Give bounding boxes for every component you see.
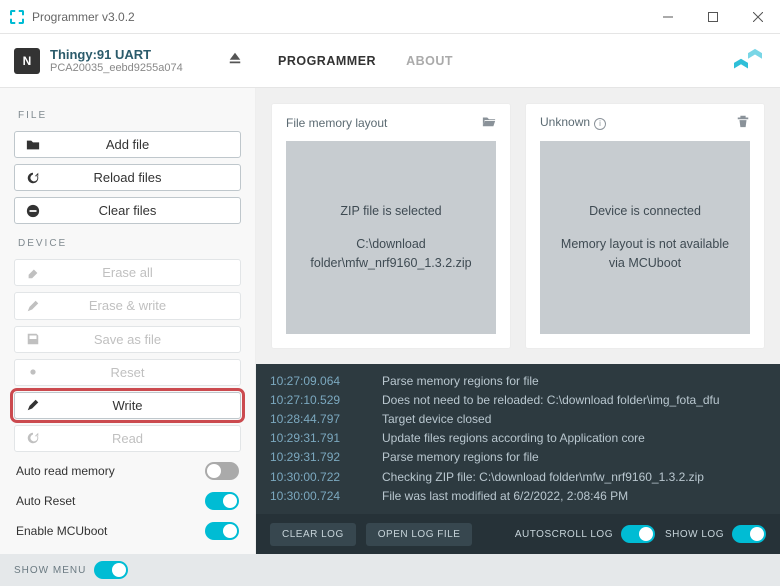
clear-files-button[interactable]: Clear files: [14, 197, 241, 224]
log-timestamp: 10:28:44.797: [270, 410, 360, 429]
log-message: Parse memory regions for file: [382, 448, 539, 467]
log-message: File was last modified at 6/2/2022, 2:08…: [382, 487, 628, 506]
enable-mcuboot-label: Enable MCUboot: [16, 524, 107, 538]
unknown-panel-title: Unknown: [540, 115, 590, 129]
erase-all-button: Erase all: [14, 259, 241, 286]
app-icon: [10, 10, 24, 24]
log-row: 10:27:10.529 Does not need to be reloaded…: [270, 391, 766, 410]
log-row: 10:30:00.724 File was last modified at 6/…: [270, 487, 766, 506]
chip-icon: [14, 48, 40, 74]
show-log-label: SHOW LOG: [665, 529, 724, 540]
erase-write-button: Erase & write: [14, 292, 241, 319]
auto-reset-toggle[interactable]: [205, 492, 239, 510]
autoscroll-log-label: AUTOSCROLL LOG: [515, 529, 613, 540]
reload-files-button[interactable]: Reload files: [14, 164, 241, 191]
log-timestamp: 10:29:31.791: [270, 429, 360, 448]
autoscroll-log-toggle[interactable]: [621, 525, 655, 543]
log-row: 10:27:09.064 Parse memory regions for fil…: [270, 372, 766, 391]
show-menu-label: SHOW MENU: [14, 565, 86, 576]
nordic-logo: [734, 47, 762, 74]
maximize-button[interactable]: [690, 0, 735, 33]
unknown-panel: Unknown i Device is connected Memory layo…: [526, 104, 764, 348]
log-row: 10:30:00.722 Checking ZIP file: C:\downlo…: [270, 468, 766, 487]
eject-button[interactable]: [228, 51, 242, 70]
add-file-button[interactable]: Add file: [14, 131, 241, 158]
device-serial: PCA20035_eebd9255a074: [50, 62, 183, 74]
log-message: Checking ZIP file: C:\download folder\mf…: [382, 468, 704, 487]
log-timestamp: 10:27:10.529: [270, 391, 360, 410]
sidebar: FILE Add file Reload files Clear files D…: [0, 88, 256, 554]
device-name: Thingy:91 UART: [50, 47, 183, 62]
window-title: Programmer v3.0.2: [32, 10, 645, 24]
unknown-panel-line1: Device is connected: [589, 202, 701, 221]
read-button: Read: [14, 425, 241, 452]
log-message: Does not need to be reloaded: C:\downloa…: [382, 391, 720, 410]
show-menu-toggle[interactable]: [94, 561, 128, 579]
file-panel-line2: C:\download folder\mfw_nrf9160_1.3.2.zip: [306, 235, 476, 273]
enable-mcuboot-toggle[interactable]: [205, 522, 239, 540]
section-device-label: DEVICE: [18, 238, 241, 249]
log-timestamp: 10:30:00.722: [270, 468, 360, 487]
log-row: 10:29:31.791 Update files regions accordi…: [270, 429, 766, 448]
tab-about[interactable]: ABOUT: [406, 54, 453, 68]
auto-read-label: Auto read memory: [16, 464, 115, 478]
show-log-toggle[interactable]: [732, 525, 766, 543]
log-timestamp: 10:30:00.724: [270, 487, 360, 506]
trash-icon[interactable]: [736, 114, 750, 131]
log-pane[interactable]: 10:27:09.064 Parse memory regions for fil…: [256, 364, 780, 514]
auto-reset-label: Auto Reset: [16, 494, 75, 508]
log-message: Update files regions according to Applic…: [382, 429, 645, 448]
log-timestamp: 10:27:09.064: [270, 372, 360, 391]
folder-open-icon[interactable]: [482, 114, 496, 131]
file-memory-panel: File memory layout ZIP file is selected …: [272, 104, 510, 348]
log-row: 10:28:44.797 Target device closed: [270, 410, 766, 429]
close-button[interactable]: [735, 0, 780, 33]
info-icon[interactable]: i: [594, 118, 606, 130]
write-button[interactable]: Write: [14, 392, 241, 419]
log-message: Target device closed: [382, 410, 491, 429]
open-log-file-button[interactable]: OPEN LOG FILE: [366, 523, 473, 546]
tab-programmer[interactable]: PROGRAMMER: [278, 54, 376, 68]
reset-button: Reset: [14, 359, 241, 386]
clear-log-button[interactable]: CLEAR LOG: [270, 523, 356, 546]
file-panel-title: File memory layout: [286, 116, 387, 130]
unknown-panel-line2: Memory layout is not available via MCUbo…: [560, 235, 730, 273]
save-as-file-button: Save as file: [14, 326, 241, 353]
log-timestamp: 10:29:31.792: [270, 448, 360, 467]
file-panel-line1: ZIP file is selected: [340, 202, 441, 221]
minimize-button[interactable]: [645, 0, 690, 33]
log-row: 10:29:31.792 Parse memory regions for fil…: [270, 448, 766, 467]
section-file-label: FILE: [18, 110, 241, 121]
log-message: Parse memory regions for file: [382, 372, 539, 391]
auto-read-toggle[interactable]: [205, 462, 239, 480]
